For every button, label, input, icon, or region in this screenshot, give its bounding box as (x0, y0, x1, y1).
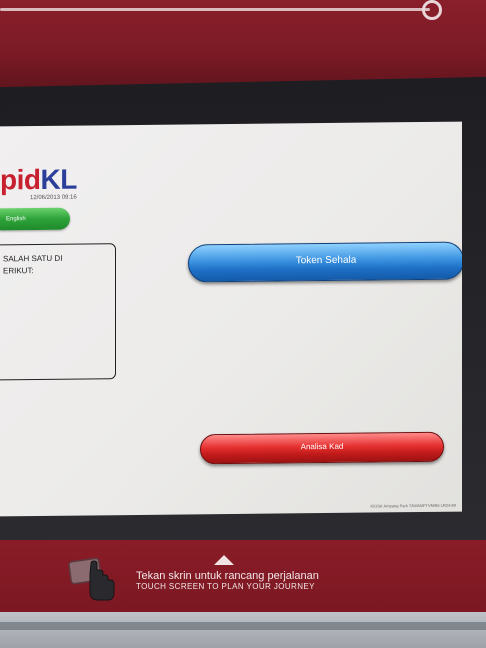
arrow-up-icon (214, 555, 234, 565)
decorative-circle (422, 0, 442, 20)
instruction-box: SALAH SATU DI ERIKUT: (0, 243, 116, 381)
hand-touch-icon (64, 556, 120, 604)
logo-text-b: KL (40, 163, 77, 195)
instruction-text: SALAH SATU DI ERIKUT: (3, 253, 63, 276)
decorative-line (0, 8, 430, 11)
footer-note: KIOSK Ampang Park T/M/AMPTVM/86 LR24-89 (370, 502, 456, 509)
analisa-kad-button[interactable]: Analisa Kad (200, 431, 444, 465)
tagline-malay: Tekan skrin untuk rancang perjalanan (136, 570, 319, 582)
logo-text-a: pid (0, 163, 41, 196)
tagline-english: TOUCH SCREEN TO PLAN YOUR JOURNEY (136, 582, 315, 591)
token-sehala-button[interactable]: Token Sehala (188, 241, 462, 283)
rapidkl-logo: pidKL (0, 164, 77, 197)
language-button[interactable]: English (0, 207, 70, 231)
floor-strip (0, 612, 486, 648)
kiosk-screen: pidKL 12/06/2013 09:16 English SALAH SAT… (0, 121, 462, 517)
datetime: 12/06/2013 09:16 (30, 194, 77, 202)
